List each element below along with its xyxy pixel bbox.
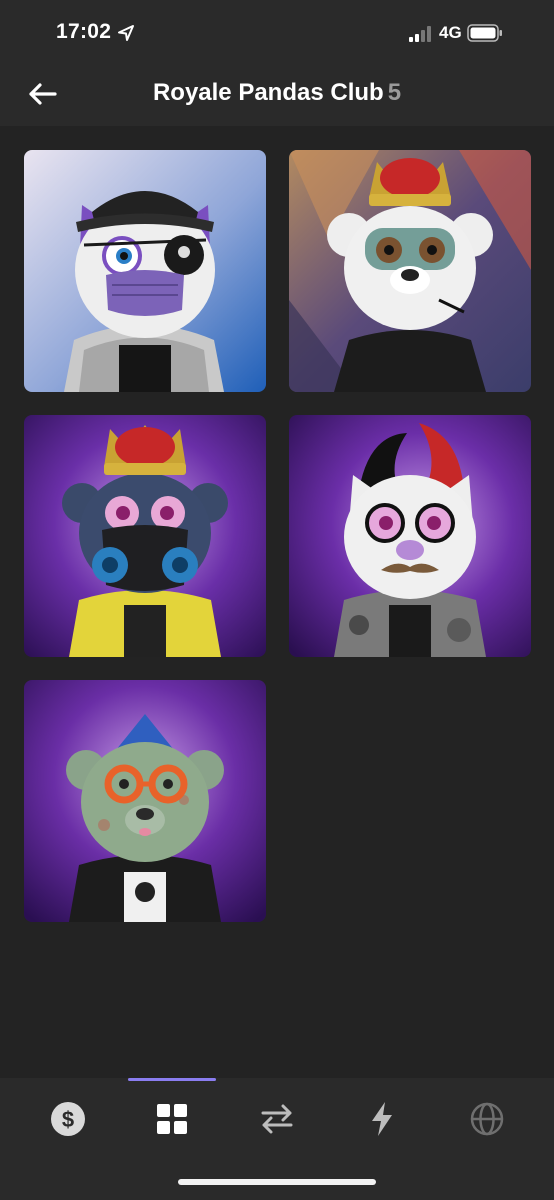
nft-grid — [24, 150, 531, 922]
network-label: 4G — [439, 23, 462, 42]
tab-collectibles[interactable] — [142, 1096, 202, 1142]
nft-card-2[interactable] — [289, 150, 531, 392]
active-tab-indicator — [128, 1078, 216, 1081]
collection-count: 5 — [387, 79, 402, 106]
panda-nft-image — [289, 415, 531, 657]
tab-browser[interactable] — [457, 1096, 517, 1142]
nft-card-5[interactable] — [24, 680, 266, 922]
app-header: Royale Pandas Club 5 — [0, 66, 554, 126]
lightning-icon — [372, 1102, 392, 1136]
status-bar: 17:02 4G — [0, 0, 554, 66]
dollar-icon: $ — [51, 1102, 85, 1136]
page-title: Royale Pandas Club 5 — [0, 79, 554, 107]
swap-arrows-icon — [261, 1104, 293, 1134]
battery-icon — [467, 24, 502, 42]
panda-nft-image — [24, 680, 266, 922]
location-arrow-icon — [118, 25, 134, 41]
nft-card-1[interactable] — [24, 150, 266, 392]
nft-card-3[interactable] — [24, 415, 266, 657]
tab-balance[interactable]: $ — [38, 1096, 98, 1142]
panda-nft-image — [24, 150, 266, 392]
signal-icon — [409, 26, 431, 42]
tab-swap[interactable] — [247, 1096, 307, 1142]
home-indicator[interactable] — [178, 1179, 376, 1185]
nft-card-4[interactable] — [289, 415, 531, 657]
globe-icon — [470, 1102, 504, 1136]
grid-icon — [157, 1104, 187, 1134]
svg-text:$: $ — [62, 1107, 74, 1132]
collection-title: Royale Pandas Club — [152, 79, 384, 106]
tab-activity[interactable] — [352, 1096, 412, 1142]
status-time: 17:02 — [56, 20, 112, 43]
panda-nft-image — [289, 150, 531, 392]
panda-nft-image — [24, 415, 266, 657]
